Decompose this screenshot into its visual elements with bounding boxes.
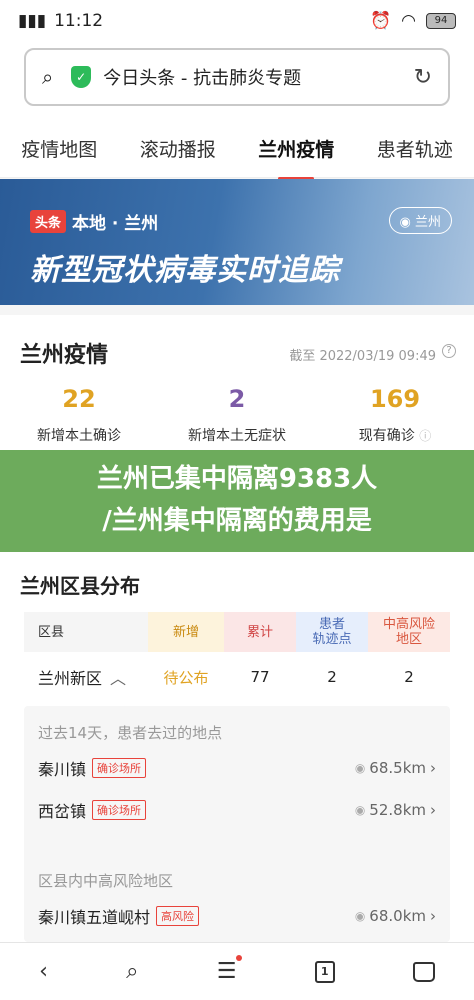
help-icon: ⓘ — [419, 429, 432, 443]
list-item[interactable]: 西岔镇 确诊场所 ◉ 52.8km › — [38, 798, 436, 822]
place-name: 秦川镇五道岘村 — [38, 908, 151, 927]
header-total: 累计 — [224, 612, 296, 652]
place-tag: 高风险 — [156, 906, 200, 926]
updated-time: 截至 2022/03/19 09:49 — [289, 349, 436, 364]
epidemic-summary-card: 兰州疫情 截至 2022/03/19 09:49 ? 22 新增本土确诊 2 新… — [0, 315, 474, 450]
stat-value: 2 — [228, 385, 246, 413]
district-details: 过去14天，患者去过的地点 秦川镇 确诊场所 ◉ 68.5km › 西岔镇 确诊场所… — [24, 706, 450, 942]
tab-live-updates[interactable]: 滚动播报 — [140, 125, 216, 172]
risk-areas-heading: 区县内中高风险地区 — [38, 872, 174, 890]
refresh-icon[interactable]: ↻ — [414, 65, 432, 90]
list-item[interactable]: 秦川镇 确诊场所 ◉ 68.5km › — [38, 756, 436, 780]
place-distance: 68.5km — [369, 759, 426, 777]
banner-headline: 新型冠状病毒实时追踪 — [30, 253, 340, 288]
list-item[interactable]: 秦川镇五道岘村 高风险 ◉ 68.0km › — [38, 904, 436, 928]
overlay-line-1: 兰州已集中隔离9383人 — [96, 464, 378, 494]
row-risk-areas: 2 — [404, 668, 414, 686]
location-name: 兰州 — [414, 215, 441, 230]
alarm-icon: ⏰ — [369, 11, 392, 31]
header-new: 新增 — [148, 612, 224, 652]
overlay-line-2: /兰州集中隔离的费用是 — [102, 506, 372, 536]
back-icon[interactable]: ‹ — [39, 959, 48, 984]
location-pin-icon: ◉ — [399, 215, 411, 230]
place-distance: 52.8km — [369, 801, 426, 819]
info-icon[interactable]: ? — [442, 344, 456, 358]
chevron-right-icon[interactable]: › — [430, 907, 436, 925]
place-tag: 确诊场所 — [92, 758, 147, 778]
header-risk-areas: 中高风险 地区 — [368, 612, 450, 652]
location-pin-icon: ◉ — [354, 761, 366, 775]
table-row[interactable]: 兰州新区 ︿ 待公布 77 2 2 — [24, 652, 450, 702]
district-table: 区县 新增 累计 患者 轨迹点 中高风险 地区 兰州新区 ︿ 待公布 77 2 2 — [24, 612, 450, 702]
summary-title: 兰州疫情 — [20, 343, 109, 368]
status-bar: ▮▮▮ 11:12 ⏰ ◠ 94 — [0, 0, 474, 42]
hero-banner: 头条 本地 · 兰州 ◉ 兰州 新型冠状病毒实时追踪 — [0, 179, 474, 305]
header-district: 区县 — [24, 612, 148, 652]
place-distance: 68.0km — [369, 907, 426, 925]
wifi-icon: ◠ — [401, 11, 416, 31]
search-bar-area: ⌕ ✓ 今日头条 - 抗击肺炎专题 ↻ — [0, 42, 474, 120]
place-name: 秦川镇 — [38, 760, 87, 779]
place-name: 西岔镇 — [38, 802, 87, 821]
row-track-points: 2 — [327, 668, 337, 686]
stat-current-confirmed: 169 现有确诊 ⓘ — [316, 385, 474, 445]
banner-local-label: 本地 · 兰州 — [72, 214, 159, 234]
row-total: 77 — [250, 668, 270, 686]
search-box[interactable]: ⌕ ✓ 今日头条 - 抗击肺炎专题 ↻ — [24, 48, 450, 106]
tab-lanzhou-epidemic[interactable]: 兰州疫情 — [258, 125, 334, 180]
search-icon[interactable]: ⌕ — [126, 959, 138, 984]
signal-icon: ▮▮▮ — [18, 11, 47, 31]
battery-icon: 94 — [426, 13, 456, 29]
location-chip[interactable]: ◉ 兰州 — [388, 207, 452, 234]
location-pin-icon: ◉ — [354, 909, 366, 923]
recent-places-heading: 过去14天，患者去过的地点 — [38, 724, 223, 742]
stat-label: 现有确诊 ⓘ — [358, 428, 432, 444]
notification-dot — [236, 955, 243, 961]
stat-value: 169 — [369, 385, 421, 413]
menu-icon[interactable]: ☰ — [217, 955, 243, 984]
search-query[interactable]: 今日头条 - 抗击肺炎专题 — [103, 64, 301, 90]
stat-value: 22 — [62, 385, 96, 413]
district-title: 兰州区县分布 — [20, 574, 140, 598]
place-tag: 确诊场所 — [92, 800, 147, 820]
row-district-name: 兰州新区 — [38, 669, 103, 688]
chevron-up-icon[interactable]: ︿ — [110, 665, 126, 689]
row-new: 待公布 — [163, 668, 209, 687]
status-time: 11:12 — [54, 11, 104, 31]
tab-patient-tracks[interactable]: 患者轨迹 — [377, 125, 453, 172]
chevron-right-icon[interactable]: › — [430, 801, 436, 819]
stat-label: 新增本土无症状 — [188, 428, 286, 444]
browser-nav-bar: ‹ ⌕ ☰ 1 — [0, 942, 474, 1000]
tab-epidemic-map[interactable]: 疫情地图 — [21, 125, 97, 172]
header-track-points: 患者 轨迹点 — [296, 612, 368, 652]
article-title-overlay[interactable]: 兰州已集中隔离9383人 /兰州集中隔离的费用是 — [0, 450, 474, 552]
chevron-right-icon[interactable]: › — [430, 759, 436, 777]
stat-label: 新增本土确诊 — [37, 428, 121, 444]
stat-new-asymptomatic: 2 新增本土无症状 — [158, 385, 316, 445]
stat-new-local-confirmed: 22 新增本土确诊 — [0, 385, 158, 445]
security-shield-icon: ✓ — [71, 66, 92, 88]
district-distribution-card: 兰州区县分布 区县 新增 累计 患者 轨迹点 中高风险 地区 兰州新区 ︿ 待公布 7… — [0, 552, 474, 942]
tabs-count-icon[interactable]: 1 — [314, 960, 335, 983]
search-icon[interactable]: ⌕ — [42, 65, 53, 89]
table-header: 区县 新增 累计 患者 轨迹点 中高风险 地区 — [24, 612, 450, 652]
toutiao-logo: 头条 — [30, 210, 67, 233]
home-icon[interactable] — [412, 961, 435, 982]
location-pin-icon: ◉ — [354, 803, 366, 817]
topic-tabs: 疫情地图 滚动播报 兰州疫情 患者轨迹 — [0, 120, 474, 180]
